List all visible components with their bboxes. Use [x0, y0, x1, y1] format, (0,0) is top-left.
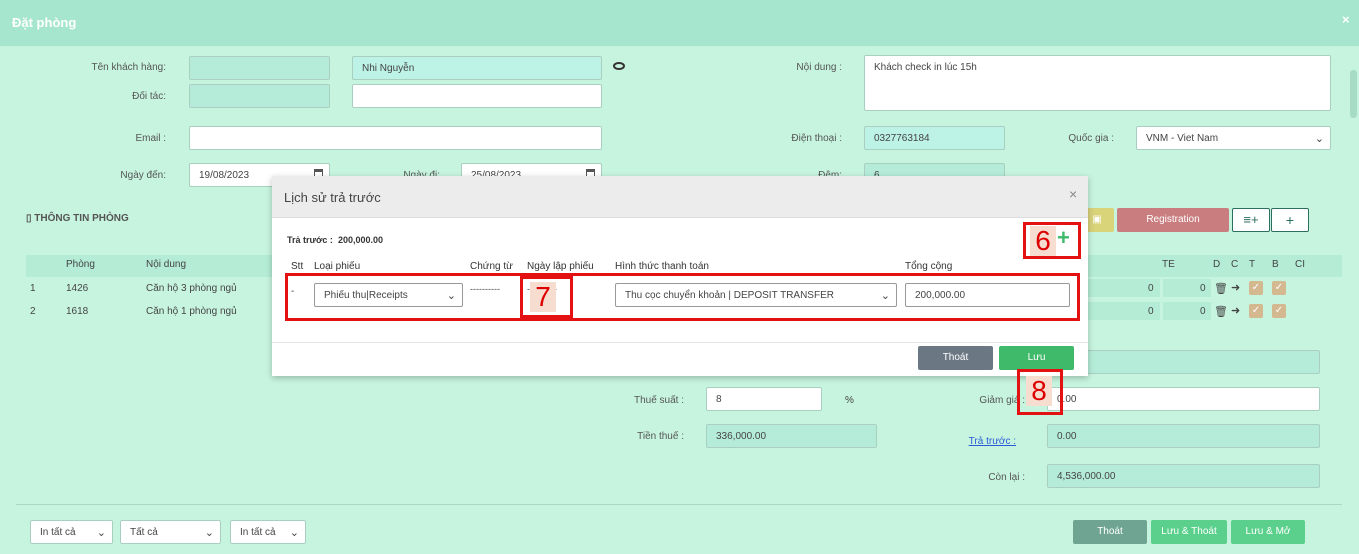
checkin-icon[interactable]: ➜ [1231, 304, 1240, 317]
row-stt: 1 [30, 283, 36, 294]
checkbox-b[interactable]: ✓ [1272, 304, 1286, 318]
partner-label: Đối tác: [132, 91, 166, 102]
customer-label: Tên khách hàng: [91, 62, 167, 73]
save-open-button[interactable]: Lưu & Mở [1231, 520, 1305, 544]
modal-prepaid-label: Trả trước : [287, 235, 333, 245]
trash-icon[interactable]: 🗑 [1214, 282, 1228, 295]
country-select[interactable]: VNM - Viet Nam ⌄ [1136, 126, 1331, 150]
arrival-date-value: 19/08/2023 [199, 170, 250, 181]
annotation-6-label: 6 [1030, 226, 1056, 256]
all-filter-value: Tất cả [130, 527, 158, 538]
content-textarea[interactable]: Khách check in lúc 15h [864, 55, 1331, 111]
country-value: VNM - Viet Nam [1146, 133, 1219, 144]
modal-col-date: Ngày lập phiếu [527, 261, 594, 272]
tax-field[interactable]: 336,000.00 [706, 424, 877, 448]
phone-field[interactable]: 0327763184 [864, 126, 1005, 150]
row-te: 0 [1200, 283, 1206, 294]
window-title: Đặt phòng [12, 15, 77, 30]
modal-col-type: Loại phiếu [314, 261, 361, 272]
modal-prepaid: Trả trước : 200,000.00 [287, 235, 383, 245]
modal-title: Lịch sử trả trước [284, 190, 381, 205]
chevron-down-icon: ⌄ [289, 527, 299, 539]
print-filter2-value: In tất cả [240, 527, 276, 538]
modal-header [272, 176, 1088, 218]
scrollbar[interactable] [1350, 70, 1357, 118]
prepaid-field[interactable]: 0.00 [1047, 424, 1320, 448]
customer-code-field[interactable] [189, 56, 330, 80]
add-list-icon[interactable]: ≡+ [1232, 208, 1270, 232]
row-value: 0 [1148, 283, 1154, 294]
email-label: Email : [135, 133, 166, 144]
row-room: 1426 [66, 283, 89, 294]
col-room: Phòng [66, 259, 95, 270]
modal-close-icon[interactable]: × [1069, 186, 1077, 202]
discount-field[interactable]: 0.00 [1047, 387, 1320, 411]
checkbox-b[interactable]: ✓ [1272, 281, 1286, 295]
col-b: B [1272, 259, 1279, 270]
checkbox-t[interactable]: ✓ [1249, 304, 1263, 318]
arrival-label: Ngày đến: [120, 170, 166, 181]
row-room: 1618 [66, 306, 89, 317]
partner-code-field[interactable] [189, 84, 330, 108]
annotation-row-box [285, 273, 1080, 321]
email-field[interactable] [189, 126, 602, 150]
modal-prepaid-value: 200,000.00 [337, 235, 383, 245]
modal-col-total: Tổng cộng [905, 261, 953, 272]
discount-label: Giảm giá : [979, 395, 1025, 406]
partner-name-field[interactable] [352, 84, 602, 108]
modal-col-payment: Hình thức thanh toán [615, 261, 709, 272]
exit-button[interactable]: Thoát [1073, 520, 1147, 544]
modal-exit-button[interactable]: Thoát [918, 346, 993, 370]
tax-rate-field[interactable]: 8 [706, 387, 822, 411]
chevron-down-icon: ⌄ [204, 527, 214, 539]
title-bar [0, 0, 1359, 46]
prepaid-link[interactable]: Trả trước : [940, 436, 1016, 447]
modal-col-doc: Chứng từ [470, 261, 513, 272]
tax-label: Tiền thuế : [637, 431, 684, 442]
modal-save-button[interactable]: Lưu [999, 346, 1074, 370]
checkbox-t[interactable]: ✓ [1249, 281, 1263, 295]
eye-icon[interactable] [613, 62, 625, 70]
col-ci: CI [1295, 259, 1305, 270]
customer-name-field[interactable]: Nhi Nguyễn [352, 56, 602, 80]
print-filter-select[interactable]: In tất cả ⌄ [30, 520, 113, 544]
tax-rate-label: Thuế suất : [633, 395, 684, 406]
registration-button[interactable]: Registration [1117, 208, 1229, 232]
print-filter-value: In tất cả [40, 527, 76, 538]
print-filter2-select[interactable]: In tất cả ⌄ [230, 520, 306, 544]
country-label: Quốc gia : [1068, 133, 1114, 144]
row-stt: 2 [30, 306, 36, 317]
checkin-icon[interactable]: ➜ [1231, 281, 1240, 294]
annotation-8-label: 8 [1026, 376, 1052, 406]
chevron-down-icon: ⌄ [96, 527, 106, 539]
row-te: 0 [1200, 306, 1206, 317]
content-label: Nội dung : [796, 62, 842, 73]
modal-col-stt: Stt [291, 261, 304, 272]
footer-divider [16, 504, 1342, 505]
col-t: T [1249, 259, 1256, 270]
phone-label: Điện thoại : [791, 133, 842, 144]
row-value: 0 [1148, 306, 1154, 317]
percent-sign: % [845, 395, 854, 406]
col-d: D [1213, 259, 1221, 270]
annotation-7-label: 7 [530, 282, 556, 312]
remaining-field[interactable]: 4,536,000.00 [1047, 464, 1320, 488]
row-content: Căn hộ 3 phòng ngủ [146, 283, 237, 294]
trash-icon[interactable]: 🗑 [1214, 305, 1228, 318]
close-icon[interactable]: × [1342, 12, 1350, 27]
save-exit-button[interactable]: Lưu & Thoát [1151, 520, 1227, 544]
chevron-down-icon: ⌄ [1314, 133, 1324, 145]
remaining-label: Còn lại : [988, 472, 1025, 483]
col-te: TE [1162, 259, 1175, 270]
all-filter-select[interactable]: Tất cả ⌄ [120, 520, 221, 544]
modal-footer-divider [272, 342, 1088, 343]
col-c: C [1231, 259, 1239, 270]
plus-icon[interactable]: + [1271, 208, 1309, 232]
row-content: Căn hộ 1 phòng ngủ [146, 306, 237, 317]
bookmark-icon: ▯ [26, 213, 32, 224]
col-content: Nội dung [146, 259, 187, 270]
rooms-section-title: ▯ THÔNG TIN PHÒNG [26, 213, 129, 224]
